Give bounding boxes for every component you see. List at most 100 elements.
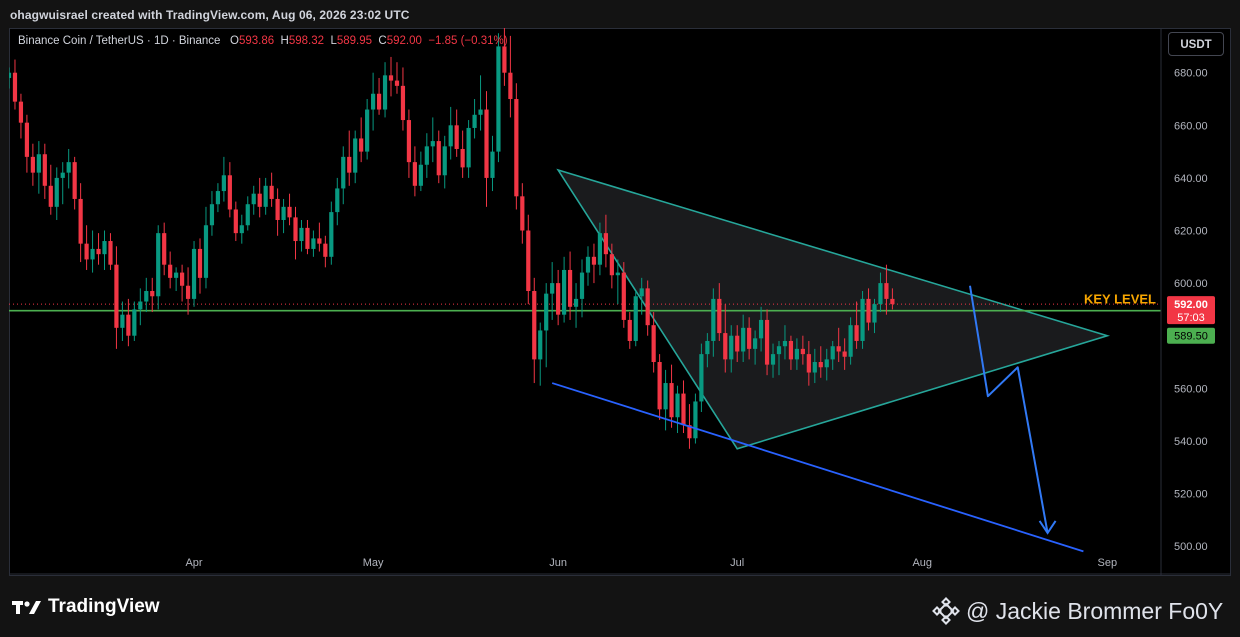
candle-body xyxy=(90,248,95,260)
y-tick-label: 520.00 xyxy=(1174,489,1208,501)
candle xyxy=(126,298,131,347)
candle-body xyxy=(609,254,614,276)
candle-body xyxy=(227,175,232,210)
candle-body xyxy=(257,193,262,207)
candle-body xyxy=(185,285,191,299)
candle xyxy=(365,99,370,160)
candle xyxy=(132,301,137,341)
candle xyxy=(305,219,310,255)
candle-body xyxy=(48,185,53,207)
candle-body xyxy=(663,383,668,410)
candle xyxy=(520,183,525,244)
candle xyxy=(138,288,143,326)
candle-body xyxy=(454,125,459,149)
candle xyxy=(227,162,232,218)
candle-body xyxy=(579,272,585,299)
candle xyxy=(627,312,632,349)
candle-body xyxy=(490,151,495,178)
candle-body xyxy=(317,238,322,244)
candle-body xyxy=(430,141,435,147)
y-tick-label: 560.00 xyxy=(1174,383,1208,395)
candle xyxy=(72,156,77,210)
candle-body xyxy=(741,327,746,352)
candle xyxy=(400,67,406,131)
candle-body xyxy=(615,272,620,276)
candle-body xyxy=(108,241,113,265)
candle xyxy=(54,167,59,220)
candle-body xyxy=(806,354,811,373)
candle xyxy=(245,196,250,231)
y-tick-label: 640.00 xyxy=(1174,173,1208,185)
candle xyxy=(257,177,262,218)
candle xyxy=(150,277,155,313)
candle-body xyxy=(239,225,244,234)
candle xyxy=(299,219,304,252)
candle-body xyxy=(191,248,197,299)
candle-body xyxy=(711,298,716,341)
candle xyxy=(496,33,501,163)
candle-body xyxy=(36,154,41,173)
candle-body xyxy=(359,138,364,152)
candle-body xyxy=(335,188,340,213)
symbol-name[interactable]: Binance Coin / TetherUS · 1D · Binance xyxy=(18,35,220,47)
candle-body xyxy=(526,230,531,291)
candle-body xyxy=(556,283,561,315)
currency-button[interactable]: USDT xyxy=(1168,32,1224,56)
candle-body xyxy=(269,185,274,199)
x-tick-label: Jul xyxy=(730,557,744,569)
candle-body xyxy=(890,298,895,305)
candle xyxy=(478,75,483,131)
candle xyxy=(108,233,113,270)
candle xyxy=(209,191,215,236)
candle xyxy=(114,246,119,349)
candle-body xyxy=(591,256,597,265)
candle xyxy=(645,280,650,336)
candle-body xyxy=(174,272,179,278)
candle xyxy=(585,246,591,286)
candle-body xyxy=(245,204,250,226)
x-tick-label: Aug xyxy=(912,557,932,569)
candle-body xyxy=(365,109,370,152)
candle-body xyxy=(150,291,155,297)
candle-body xyxy=(30,156,35,173)
candle-body xyxy=(406,120,412,163)
candle xyxy=(24,114,30,173)
close-value: 592.00 xyxy=(386,35,422,47)
tradingview-logo[interactable]: TradingView xyxy=(12,596,160,618)
candle xyxy=(675,385,680,434)
close-label: C xyxy=(378,35,387,47)
candle xyxy=(144,277,149,313)
candle-body xyxy=(794,348,799,360)
candle xyxy=(215,183,221,213)
candle xyxy=(18,93,24,139)
candle xyxy=(90,230,95,273)
candle-body xyxy=(448,125,453,147)
candle xyxy=(663,369,668,431)
candle-body xyxy=(478,109,483,115)
candle-body xyxy=(126,314,131,336)
candle-body xyxy=(770,354,776,365)
candle-body xyxy=(758,319,764,339)
candle xyxy=(669,364,674,428)
candle xyxy=(239,214,244,244)
candle xyxy=(579,259,585,318)
candle xyxy=(84,225,89,270)
candle xyxy=(388,56,394,97)
candle xyxy=(329,201,334,265)
top-bar: ohagwuisrael created with TradingView.co… xyxy=(0,0,1240,28)
candle xyxy=(287,193,292,226)
candle xyxy=(424,133,429,178)
candle-body xyxy=(496,46,501,152)
candle-body xyxy=(884,283,889,299)
candle-body xyxy=(669,383,674,418)
candle-body xyxy=(872,304,877,323)
candle xyxy=(293,206,298,260)
candle xyxy=(30,143,35,186)
candle xyxy=(633,291,638,347)
price-chart[interactable]: KEY LEVEL 680.00 660.00 640.00 620.00 600.00 5… xyxy=(9,28,1231,576)
countdown-text: 57:03 xyxy=(1177,312,1205,324)
candle-body xyxy=(311,238,316,249)
y-tick-label: 660.00 xyxy=(1174,120,1208,132)
candle-body xyxy=(233,209,238,234)
candle-body xyxy=(764,319,770,365)
